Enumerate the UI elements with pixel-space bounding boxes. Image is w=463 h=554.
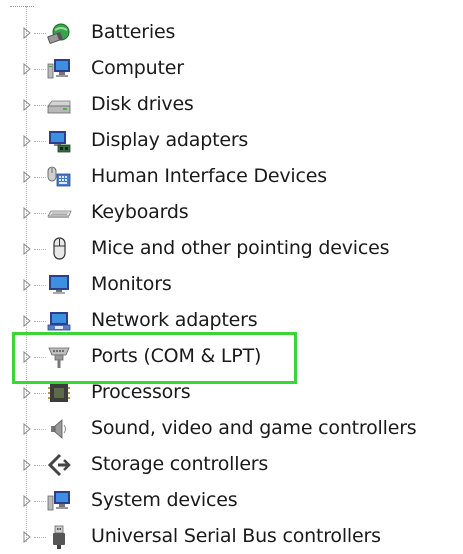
tree-connector-top [10,0,34,7]
tree-item-label: Ports (COM & LPT) [91,345,262,367]
expand-arrow-icon[interactable] [20,278,34,292]
tree-connector [34,321,46,322]
tree-item-sound-video-game[interactable]: Sound, video and game controllers [0,410,463,446]
system-device-icon [46,488,72,514]
usb-icon [46,524,72,550]
storage-controller-icon [46,452,72,478]
expand-arrow-icon[interactable] [20,314,34,328]
tree-connector [34,465,46,466]
tree-connector [34,429,46,430]
tree-item-processors[interactable]: Processors [0,374,463,410]
tree-item-storage-controllers[interactable]: Storage controllers [0,446,463,482]
tree-connector [34,177,46,178]
tree-connector [34,285,46,286]
tree-connector [34,213,46,214]
tree-item-label: Keyboards [91,201,189,223]
expand-arrow-icon[interactable] [20,386,34,400]
port-icon [46,344,72,370]
expand-arrow-icon[interactable] [20,62,34,76]
tree-item-label: Storage controllers [91,453,269,475]
tree-item-system-devices[interactable]: System devices [0,482,463,518]
tree-item-label: Processors [91,381,191,403]
tree-item-label: System devices [91,489,238,511]
tree-connector [34,501,46,502]
device-tree: Batteries Computer Disk drives Display a… [0,0,463,554]
expand-arrow-icon[interactable] [20,494,34,508]
tree-item-label: Mice and other pointing devices [91,237,390,259]
tree-item-label: Display adapters [91,129,249,151]
tree-connector [34,357,46,358]
tree-item-display-adapters[interactable]: Display adapters [0,122,463,158]
tree-item-label: Computer [91,57,184,79]
disk-drive-icon [46,92,72,118]
tree-item-mice[interactable]: Mice and other pointing devices [0,230,463,266]
expand-arrow-icon[interactable] [20,206,34,220]
hid-icon [46,164,72,190]
tree-item-label: Disk drives [91,93,194,115]
tree-item-monitors[interactable]: Monitors [0,266,463,302]
tree-connector [34,105,46,106]
battery-icon [46,20,72,46]
tree-item-label: Network adapters [91,309,258,331]
expand-arrow-icon[interactable] [20,422,34,436]
tree-item-label: Universal Serial Bus controllers [91,525,381,547]
mouse-icon [46,236,72,262]
tree-connector [34,537,46,538]
tree-item-batteries[interactable]: Batteries [0,14,463,50]
expand-arrow-icon[interactable] [20,134,34,148]
tree-connector [34,249,46,250]
tree-item-keyboards[interactable]: Keyboards [0,194,463,230]
tree-item-usb-controllers[interactable]: Universal Serial Bus controllers [0,518,463,554]
monitor-icon [46,272,72,298]
tree-connector [34,393,46,394]
network-adapter-icon [46,308,72,334]
tree-item-computer[interactable]: Computer [0,50,463,86]
speaker-icon [46,416,72,442]
tree-connector [34,69,46,70]
expand-arrow-icon[interactable] [20,170,34,184]
tree-connector [34,33,46,34]
tree-connector [34,141,46,142]
tree-item-network-adapters[interactable]: Network adapters [0,302,463,338]
expand-arrow-icon[interactable] [20,458,34,472]
processor-icon [46,380,72,406]
expand-arrow-icon[interactable] [20,98,34,112]
expand-arrow-icon[interactable] [20,350,34,364]
tree-item-human-interface-devices[interactable]: Human Interface Devices [0,158,463,194]
tree-item-disk-drives[interactable]: Disk drives [0,86,463,122]
display-adapter-icon [46,128,72,154]
tree-item-label: Human Interface Devices [91,165,327,187]
expand-arrow-icon[interactable] [20,530,34,544]
tree-item-label: Sound, video and game controllers [91,417,417,439]
tree-item-label: Batteries [91,21,176,43]
tree-item-ports[interactable]: Ports (COM & LPT) [0,338,463,374]
keyboard-icon [46,200,72,226]
expand-arrow-icon[interactable] [20,242,34,256]
tree-item-label: Monitors [91,273,172,295]
expand-arrow-icon[interactable] [20,26,34,40]
computer-icon [46,56,72,82]
